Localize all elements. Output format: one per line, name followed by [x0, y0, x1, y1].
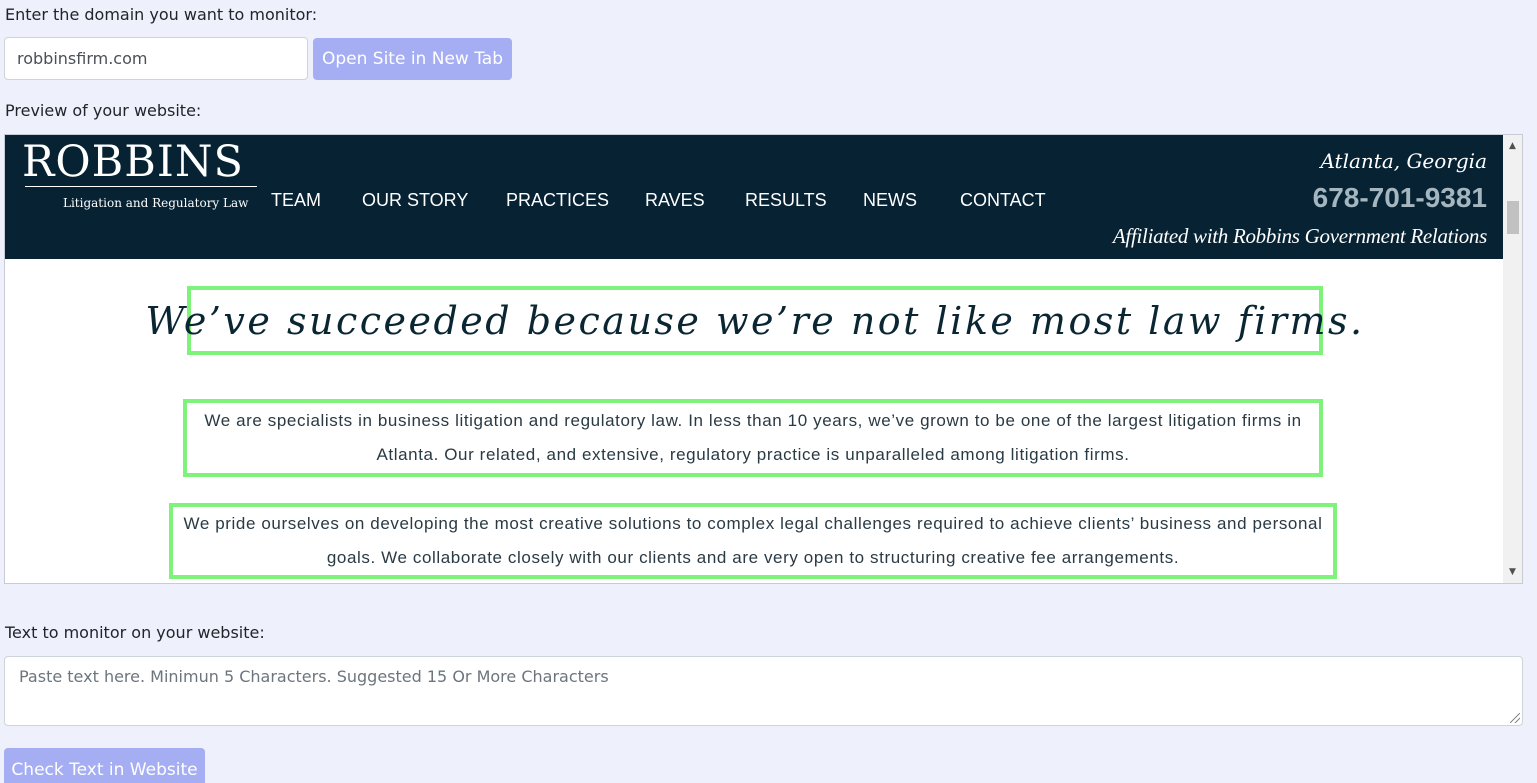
logo-tagline: Litigation and Regulatory Law — [63, 196, 249, 210]
logo-divider — [25, 186, 257, 187]
nav-team[interactable]: TEAM — [271, 190, 321, 211]
preview-label: Preview of your website: — [5, 101, 202, 120]
nav-results[interactable]: RESULTS — [745, 190, 827, 211]
site-paragraph-2: We pride ourselves on developing the mos… — [183, 514, 1323, 567]
nav-contact[interactable]: CONTACT — [960, 190, 1046, 211]
scrollbar-thumb[interactable] — [1507, 201, 1519, 234]
monitor-text-input[interactable] — [4, 656, 1523, 726]
phone-link[interactable]: 678-701-9381 — [1313, 182, 1487, 214]
affiliation-link[interactable]: Affiliated with Robbins Government Relat… — [1113, 224, 1487, 249]
monitor-text-label: Text to monitor on your website: — [5, 623, 265, 642]
domain-label: Enter the domain you want to monitor: — [5, 5, 318, 24]
nav-our-story[interactable]: OUR STORY — [362, 190, 468, 211]
site-headline: We’ve succeeded because we’re not like m… — [145, 298, 1365, 343]
site-header: ROBBINS Litigation and Regulatory Law TE… — [5, 135, 1503, 259]
domain-input[interactable] — [4, 37, 308, 80]
open-site-button[interactable]: Open Site in New Tab — [313, 38, 512, 80]
nav-news[interactable]: NEWS — [863, 190, 917, 211]
website-preview-frame[interactable]: ROBBINS Litigation and Regulatory Law TE… — [4, 134, 1523, 584]
paragraph-highlight-2: We pride ourselves on developing the mos… — [169, 503, 1337, 579]
paragraph-highlight-1: We are specialists in business litigatio… — [183, 399, 1323, 477]
headline-highlight: We’ve succeeded because we’re not like m… — [145, 286, 1362, 355]
nav-raves[interactable]: RAVES — [645, 190, 705, 211]
scroll-up-arrow-icon[interactable]: ▲ — [1503, 137, 1522, 155]
preview-scrollbar[interactable]: ▲ ▼ — [1503, 135, 1522, 583]
resize-handle-icon[interactable] — [1510, 713, 1520, 723]
check-text-button[interactable]: Check Text in Website — [4, 748, 205, 783]
site-logo[interactable]: ROBBINS — [22, 137, 244, 187]
location-text: Atlanta, Georgia — [1320, 149, 1487, 173]
scroll-down-arrow-icon[interactable]: ▼ — [1503, 563, 1522, 581]
site-paragraph-1: We are specialists in business litigatio… — [204, 411, 1302, 464]
nav-practices[interactable]: PRACTICES — [506, 190, 609, 211]
